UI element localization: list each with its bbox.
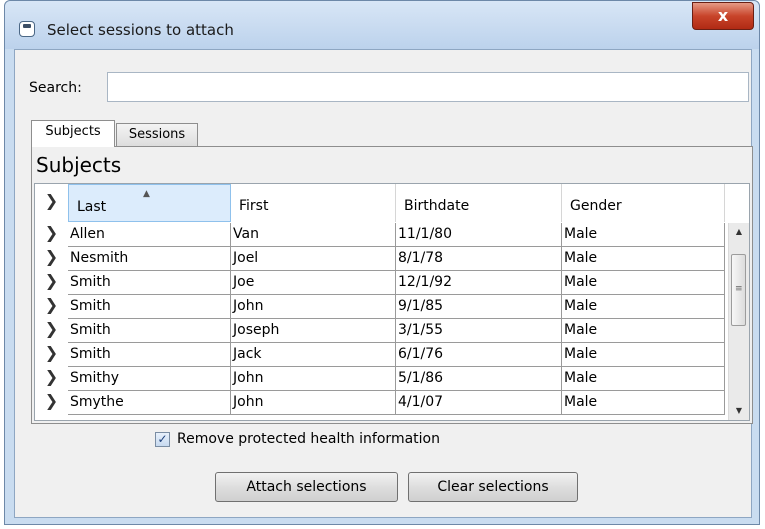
cell-gender: Male [562,343,725,367]
scroll-down-icon[interactable]: ▼ [729,402,749,420]
panel-title: Subjects [36,153,122,177]
cell-gender: Male [562,271,725,295]
tab-subjects[interactable]: Subjects [31,120,115,147]
table-row[interactable]: ❯ Smythe John 4/1/07 Male [35,391,725,415]
cell-first: Joel [231,247,396,271]
checkmark-icon: ✓ [157,432,168,446]
cell-birthdate: 12/1/92 [396,271,562,295]
table-header: ❯ ▲ Last First Birthdate Gender [35,184,749,222]
window-title: Select sessions to attach [47,21,234,39]
tab-sessions[interactable]: Sessions [116,123,198,147]
table-row[interactable]: ❯ Nesmith Joel 8/1/78 Male [35,247,725,271]
cell-birthdate: 3/1/55 [396,319,562,343]
cell-gender: Male [562,247,725,271]
column-header-label: Last [77,199,107,215]
subjects-table: ❯ ▲ Last First Birthdate Gender ❯ Allen … [34,183,750,421]
cell-last: Nesmith [68,247,231,271]
chevron-right-icon: ❯ [44,271,59,290]
attach-selections-button[interactable]: Attach selections [215,472,398,502]
chevron-right-icon: ❯ [44,343,59,362]
column-header-first[interactable]: First [231,184,396,222]
cell-first: Jack [231,343,396,367]
cell-first: Joseph [231,319,396,343]
dialog-window: Select sessions to attach x Search: Subj… [4,0,760,525]
chevron-right-icon: ❯ [44,295,59,314]
dialog-content: Search: Subjects Sessions Subjects ❯ ▲ L… [14,49,753,518]
cell-birthdate: 8/1/78 [396,247,562,271]
table-row[interactable]: ❯ Allen Van 11/1/80 Male [35,223,725,247]
table-row[interactable]: ❯ Smith John 9/1/85 Male [35,295,725,319]
cell-birthdate: 6/1/76 [396,343,562,367]
cell-birthdate: 5/1/86 [396,367,562,391]
subjects-panel: Subjects ❯ ▲ Last First Birthdate Gender… [31,146,753,424]
remove-phi-label[interactable]: Remove protected health information [177,431,440,447]
cell-birthdate: 9/1/85 [396,295,562,319]
table-row[interactable]: ❯ Smith Joseph 3/1/55 Male [35,319,725,343]
close-button[interactable]: x [692,2,754,30]
remove-phi-checkbox[interactable]: ✓ [155,432,170,447]
cell-first: John [231,391,396,415]
grip-icon: ≡ [735,284,743,294]
column-header-birthdate[interactable]: Birthdate [396,184,562,222]
cell-gender: Male [562,319,725,343]
chevron-right-icon: ❯ [44,391,59,410]
cell-first: John [231,295,396,319]
table-row[interactable]: ❯ Smith Joe 12/1/92 Male [35,271,725,295]
cell-gender: Male [562,295,725,319]
table-row[interactable]: ❯ Smith Jack 6/1/76 Male [35,343,725,367]
chevron-right-icon: ❯ [44,223,59,242]
cell-last: Smith [68,343,231,367]
scroll-up-icon[interactable]: ▲ [729,223,749,241]
title-bar[interactable]: Select sessions to attach x [5,1,759,49]
vertical-scrollbar[interactable]: ▲ ≡ ▼ [728,223,749,420]
clear-selections-button[interactable]: Clear selections [408,472,578,502]
cell-gender: Male [562,391,725,415]
cell-gender: Male [562,367,725,391]
cell-last: Smith [68,319,231,343]
table-row[interactable]: ❯ Smithy John 5/1/86 Male [35,367,725,391]
cell-first: Joe [231,271,396,295]
table-body: ❯ Allen Van 11/1/80 Male ❯ Nesmith Joel … [35,223,725,420]
cell-last: Smithy [68,367,231,391]
window-icon [19,21,35,37]
header-row-indicator-icon: ❯ [44,191,59,210]
chevron-right-icon: ❯ [44,319,59,338]
column-header-last[interactable]: ▲ Last [68,184,231,222]
cell-gender: Male [562,223,725,247]
cell-last: Smith [68,271,231,295]
cell-last: Allen [68,223,231,247]
cell-last: Smith [68,295,231,319]
cell-first: John [231,367,396,391]
search-label: Search: [29,80,82,96]
column-header-gender[interactable]: Gender [562,184,725,222]
chevron-right-icon: ❯ [44,247,59,266]
cell-birthdate: 4/1/07 [396,391,562,415]
search-input[interactable] [107,72,749,102]
chevron-right-icon: ❯ [44,367,59,386]
scroll-thumb[interactable]: ≡ [731,254,746,326]
sort-ascending-icon: ▲ [143,189,150,199]
cell-last: Smythe [68,391,231,415]
cell-first: Van [231,223,396,247]
cell-birthdate: 11/1/80 [396,223,562,247]
